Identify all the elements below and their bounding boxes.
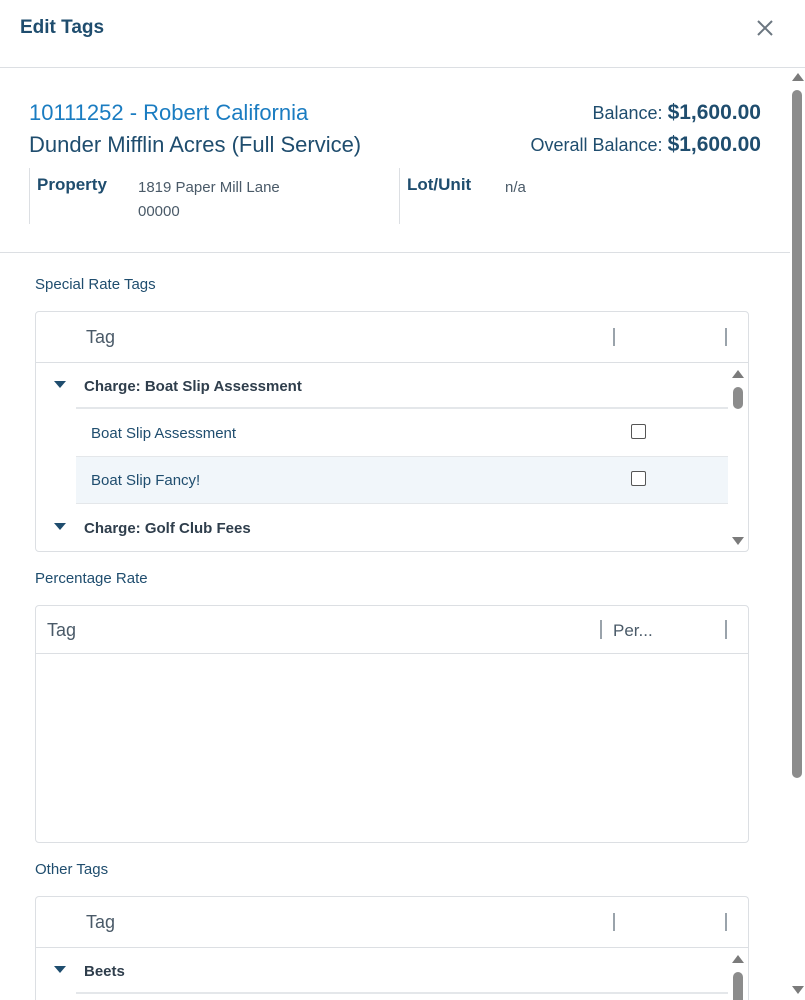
scroll-down-arrow-icon[interactable] bbox=[792, 986, 804, 994]
tag-name: Boat Slip Fancy! bbox=[91, 472, 201, 489]
grid-header: Tag Per... bbox=[36, 606, 748, 654]
close-button[interactable] bbox=[753, 15, 777, 41]
special-rate-tags-grid: Tag Charge: Boat Slip Assessment Boat Sl… bbox=[35, 311, 749, 552]
group-title: Charge: Boat Slip Assessment bbox=[84, 378, 302, 395]
column-header-tag[interactable]: Tag bbox=[86, 912, 115, 933]
column-resize-handle[interactable] bbox=[613, 328, 615, 346]
scrollbar-thumb[interactable] bbox=[733, 972, 743, 1000]
other-tags-grid: Tag Beets bbox=[35, 896, 749, 1000]
modal-header: Edit Tags bbox=[0, 0, 805, 68]
grid-header: Tag bbox=[36, 312, 748, 363]
caret-down-icon[interactable] bbox=[54, 381, 66, 388]
balance-row: Balance: $1,600.00 bbox=[592, 101, 761, 125]
column-header-tag[interactable]: Tag bbox=[47, 620, 76, 641]
account-id-name[interactable]: 10111252 - Robert California bbox=[29, 100, 308, 126]
scrollbar-thumb[interactable] bbox=[792, 90, 802, 778]
grid-scrollbar[interactable] bbox=[728, 363, 748, 551]
scroll-up-arrow-icon[interactable] bbox=[732, 370, 744, 378]
section-divider bbox=[0, 252, 790, 253]
scrollbar-thumb[interactable] bbox=[733, 387, 743, 409]
column-header-percent[interactable]: Per... bbox=[613, 621, 653, 641]
column-resize-handle[interactable] bbox=[613, 913, 615, 931]
tag-checkbox[interactable] bbox=[631, 471, 646, 486]
caret-down-icon[interactable] bbox=[54, 966, 66, 973]
balance-value: $1,600.00 bbox=[667, 101, 761, 124]
group-title: Beets bbox=[84, 963, 125, 980]
group-title: Charge: Golf Club Fees bbox=[84, 520, 251, 537]
tag-checkbox[interactable] bbox=[631, 424, 646, 439]
modal-scrollbar[interactable] bbox=[790, 68, 805, 1000]
group-row[interactable]: Beets bbox=[36, 948, 728, 994]
close-icon bbox=[757, 20, 773, 36]
property-address: 1819 Paper Mill Lane 00000 bbox=[138, 176, 280, 224]
balance-label: Balance: bbox=[592, 103, 663, 123]
tag-name: Boat Slip Assessment bbox=[91, 425, 237, 442]
percentage-rate-label: Percentage Rate bbox=[35, 570, 148, 587]
lot-value: n/a bbox=[505, 179, 526, 196]
property-label: Property bbox=[37, 175, 107, 194]
scroll-up-arrow-icon[interactable] bbox=[792, 73, 804, 81]
property-address-line2: 00000 bbox=[138, 203, 180, 220]
property-address-line1: 1819 Paper Mill Lane bbox=[138, 179, 280, 196]
column-header-tag[interactable]: Tag bbox=[86, 327, 115, 348]
group-row[interactable]: Charge: Golf Club Fees bbox=[36, 505, 728, 551]
table-row[interactable]: Boat Slip Assessment bbox=[76, 410, 728, 457]
overall-balance-value: $1,600.00 bbox=[667, 133, 761, 156]
other-tags-label: Other Tags bbox=[35, 861, 109, 878]
group-divider bbox=[76, 992, 728, 994]
scroll-down-arrow-icon[interactable] bbox=[732, 537, 744, 545]
group-row[interactable]: Charge: Boat Slip Assessment bbox=[36, 363, 728, 409]
modal-body: 10111252 - Robert California Dunder Miff… bbox=[0, 68, 790, 1000]
percentage-rate-grid: Tag Per... bbox=[35, 605, 749, 843]
column-resize-handle[interactable] bbox=[725, 328, 727, 346]
scroll-up-arrow-icon[interactable] bbox=[732, 955, 744, 963]
overall-balance-row: Overall Balance: $1,600.00 bbox=[530, 133, 761, 157]
grid-header: Tag bbox=[36, 897, 748, 948]
grid-scrollbar[interactable] bbox=[728, 948, 748, 1000]
group-divider bbox=[76, 407, 728, 409]
caret-down-icon[interactable] bbox=[54, 523, 66, 530]
table-row[interactable]: Boat Slip Fancy! bbox=[76, 457, 728, 504]
lot-info: Lot/Unit n/a bbox=[399, 168, 760, 224]
lot-label: Lot/Unit bbox=[407, 175, 472, 194]
column-resize-handle[interactable] bbox=[725, 620, 727, 639]
account-name: Dunder Mifflin Acres (Full Service) bbox=[29, 132, 362, 157]
modal-title: Edit Tags bbox=[20, 17, 105, 38]
property-info: Property 1819 Paper Mill Lane 00000 bbox=[29, 168, 390, 224]
column-resize-handle[interactable] bbox=[725, 913, 727, 931]
overall-balance-label: Overall Balance: bbox=[530, 135, 663, 155]
special-rate-tags-label: Special Rate Tags bbox=[35, 276, 156, 293]
column-resize-handle[interactable] bbox=[600, 620, 602, 639]
